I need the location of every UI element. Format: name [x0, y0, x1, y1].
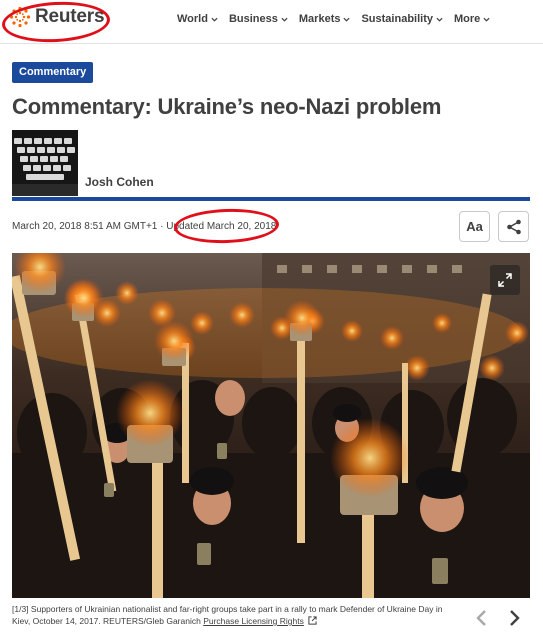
- chevron-down-icon: [281, 17, 288, 22]
- nav-item-business[interactable]: Business: [229, 13, 288, 25]
- author-photo[interactable]: [12, 130, 78, 196]
- dateline: March 20, 2018 8:51 AM GMT+1 · Updated M…: [12, 221, 277, 232]
- nav-item-sustainability[interactable]: Sustainability: [361, 13, 443, 25]
- chevron-right-icon[interactable]: [505, 609, 523, 627]
- nav-item-markets[interactable]: Markets: [299, 13, 351, 25]
- expand-button[interactable]: [490, 265, 520, 295]
- main-nav: World Business Markets Sustainability Mo…: [177, 13, 501, 25]
- nav-label: More: [454, 13, 481, 25]
- text-size-label: Aa: [466, 219, 483, 234]
- text-size-button[interactable]: Aa: [459, 211, 490, 242]
- chevron-down-icon: [343, 17, 351, 22]
- site-header: Reuters World Business Markets Sustainab…: [0, 0, 543, 45]
- photo-caption: [1/3] Supporters of Ukrainian nationalis…: [12, 603, 462, 627]
- nav-label: Business: [228, 13, 278, 25]
- gallery-counter: [1/3]: [12, 604, 29, 614]
- category-tag[interactable]: Commentary: [12, 62, 94, 83]
- logo-text: Reuters: [35, 6, 105, 27]
- nav-item-more[interactable]: More: [454, 13, 490, 25]
- chevron-down-icon: [436, 17, 443, 22]
- caption-text: Supporters of Ukrainian nationalist and …: [30, 604, 443, 614]
- nav-item-world[interactable]: World: [177, 13, 218, 25]
- reuters-logo-icon: [9, 6, 31, 28]
- nav-label: Markets: [298, 13, 341, 25]
- chevron-down-icon: [483, 17, 490, 22]
- share-icon: [506, 219, 521, 234]
- torchlight-rally-image: [12, 253, 530, 598]
- chevron-down-icon: [211, 17, 218, 22]
- article-title: Commentary: Ukraine’s neo-Nazi problem: [12, 94, 442, 119]
- author-name[interactable]: Josh Cohen: [85, 175, 154, 189]
- keyboard-image: [12, 130, 78, 196]
- licensing-link[interactable]: Purchase Licensing Rights: [203, 616, 304, 626]
- reuters-logo[interactable]: Reuters: [9, 6, 105, 28]
- gallery-photo[interactable]: [12, 253, 530, 598]
- caption-line-2: Kiev, October 14, 2017. REUTERS/Gleb Gar…: [12, 615, 462, 627]
- external-link-icon[interactable]: [308, 616, 317, 625]
- nav-label: Sustainability: [361, 13, 433, 25]
- share-button[interactable]: [498, 211, 529, 242]
- author-divider: [12, 197, 530, 201]
- nav-label: World: [177, 13, 208, 25]
- chevron-left-icon[interactable]: [473, 609, 491, 627]
- expand-icon: [498, 273, 512, 287]
- caption-credit: Kiev, October 14, 2017. REUTERS/Gleb Gar…: [12, 616, 201, 626]
- caption-line-1: [1/3] Supporters of Ukrainian nationalis…: [12, 603, 462, 615]
